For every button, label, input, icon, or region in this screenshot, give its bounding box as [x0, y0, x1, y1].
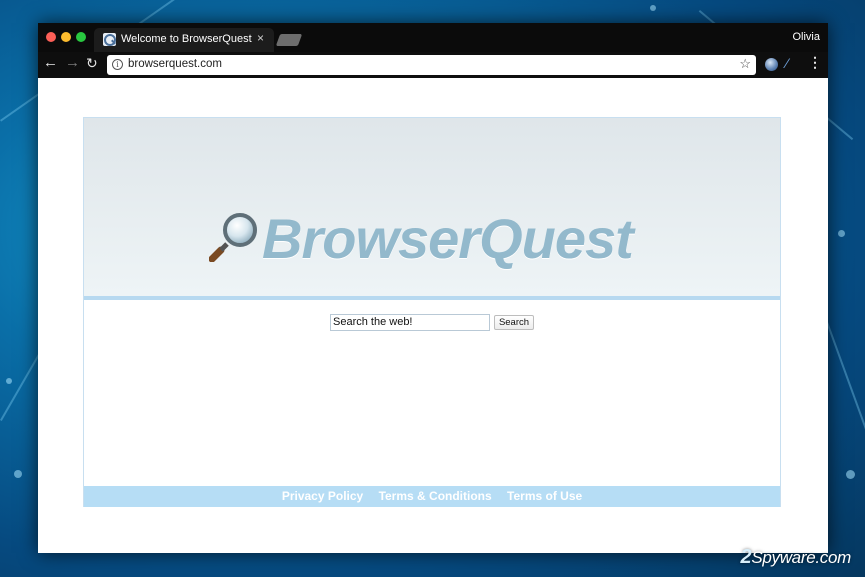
info-icon[interactable]: i: [112, 59, 123, 70]
page-content: BrowserQuest Search the web! Search Priv…: [38, 78, 828, 553]
site-logo-text: BrowserQuest: [262, 207, 634, 270]
address-bar[interactable]: i browserquest.com ☆: [107, 55, 756, 75]
magnifying-glass-icon: [209, 213, 257, 262]
search-input[interactable]: Search the web!: [330, 314, 490, 331]
browser-toolbar: ← → ↻ i browserquest.com ☆ ⁄ ⋮: [38, 52, 828, 78]
hero-banner: BrowserQuest: [84, 118, 780, 296]
footer-bar: Privacy Policy Terms & Conditions Terms …: [84, 486, 780, 507]
back-arrow-icon[interactable]: ←: [43, 54, 58, 71]
terms-of-use-link[interactable]: Terms of Use: [507, 489, 582, 503]
browser-window: Welcome to BrowserQuest × Olivia ← → ↻ i…: [38, 23, 828, 553]
watermark-number: 2: [740, 546, 752, 568]
watermark-text: Spyware.com: [751, 548, 851, 567]
close-tab-icon[interactable]: ×: [257, 31, 264, 45]
search-button[interactable]: Search: [494, 315, 534, 330]
forward-arrow-icon[interactable]: →: [65, 54, 80, 71]
title-bar: Welcome to BrowserQuest × Olivia: [38, 23, 828, 52]
url-text[interactable]: browserquest.com: [128, 58, 222, 70]
search-page-card: BrowserQuest Search the web! Search Priv…: [83, 117, 781, 507]
menu-icon[interactable]: ⋮: [808, 54, 822, 71]
hero-divider: [84, 296, 780, 300]
profile-name[interactable]: Olivia: [792, 31, 820, 43]
bookmark-star-icon[interactable]: ☆: [739, 56, 751, 72]
close-window-button[interactable]: [46, 32, 56, 42]
favicon-icon: [103, 33, 116, 46]
maximize-window-button[interactable]: [76, 32, 86, 42]
extension-icon[interactable]: ⁄: [786, 55, 788, 71]
reload-icon[interactable]: ↻: [86, 55, 98, 72]
tab-title: Welcome to BrowserQuest: [121, 33, 252, 45]
terms-conditions-link[interactable]: Terms & Conditions: [379, 489, 492, 503]
privacy-policy-link[interactable]: Privacy Policy: [282, 489, 363, 503]
globe-extension-icon[interactable]: [765, 58, 778, 71]
browser-tab[interactable]: Welcome to BrowserQuest ×: [94, 28, 274, 52]
minimize-window-button[interactable]: [61, 32, 71, 42]
watermark: 2Spyware.com: [740, 546, 851, 569]
new-tab-button[interactable]: [275, 34, 303, 46]
